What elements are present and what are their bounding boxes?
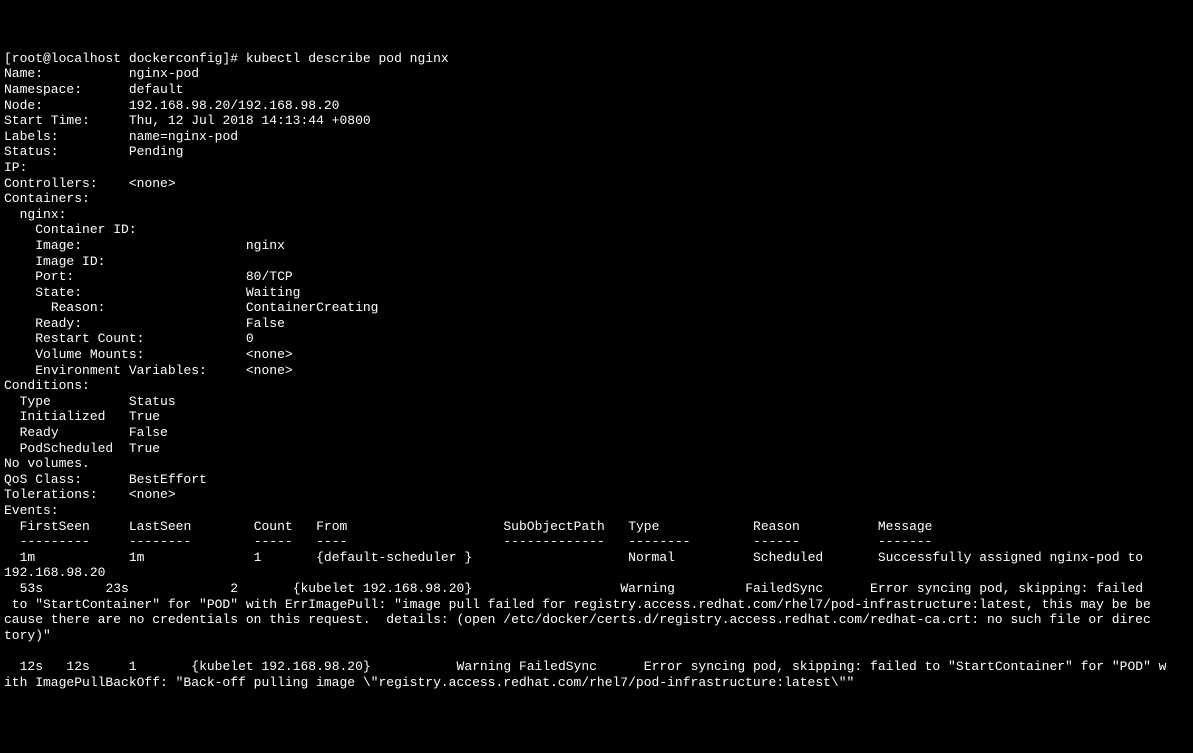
container-port-row: Port: 80/TCP bbox=[4, 269, 293, 284]
container-ready-row: Ready: False bbox=[4, 316, 285, 331]
qos-row: QoS Class: BestEffort bbox=[4, 472, 207, 487]
event-row-1: 1m 1m 1 {default-scheduler } Normal Sche… bbox=[4, 550, 1143, 581]
tolerations-row: Tolerations: <none> bbox=[4, 487, 176, 502]
terminal-output: [root@localhost dockerconfig]# kubectl d… bbox=[4, 51, 1189, 690]
pod-namespace-row: Namespace: default bbox=[4, 82, 183, 97]
pod-ip-row: IP: bbox=[4, 160, 27, 175]
event-row-3: 12s 12s 1 {kubelet 192.168.98.20} Warnin… bbox=[4, 659, 1166, 690]
pod-controllers-row: Controllers: <none> bbox=[4, 176, 176, 191]
container-image-row: Image: nginx bbox=[4, 238, 285, 253]
prompt[interactable]: [root@localhost dockerconfig]# kubectl d… bbox=[4, 51, 449, 66]
containers-header: Containers: bbox=[4, 191, 90, 206]
events-table-dashes: --------- -------- ----- ---- ----------… bbox=[4, 534, 932, 549]
pod-status-row: Status: Pending bbox=[4, 144, 183, 159]
container-volume-row: Volume Mounts: <none> bbox=[4, 347, 293, 362]
condition-row-ready: Ready False bbox=[4, 425, 176, 440]
event-row-2: 53s 23s 2 {kubelet 192.168.98.20} Warnin… bbox=[4, 581, 1151, 643]
condition-row-initialized: Initialized True bbox=[4, 409, 168, 424]
pod-node-row: Node: 192.168.98.20/192.168.98.20 bbox=[4, 98, 339, 113]
pod-labels-row: Labels: name=nginx-pod bbox=[4, 129, 238, 144]
container-env-row: Environment Variables: <none> bbox=[4, 363, 293, 378]
container-name: nginx: bbox=[4, 207, 66, 222]
events-table-header: FirstSeen LastSeen Count From SubObjectP… bbox=[4, 519, 932, 534]
container-restart-row: Restart Count: 0 bbox=[4, 331, 254, 346]
condition-row-podscheduled: PodScheduled True bbox=[4, 441, 168, 456]
no-volumes: No volumes. bbox=[4, 456, 90, 471]
conditions-table-header: Type Status bbox=[4, 394, 176, 409]
pod-name-row: Name: nginx-pod bbox=[4, 66, 199, 81]
container-state-row: State: Waiting bbox=[4, 285, 300, 300]
events-header: Events: bbox=[4, 503, 59, 518]
container-imageid-row: Image ID: bbox=[4, 254, 105, 269]
conditions-header: Conditions: bbox=[4, 378, 90, 393]
container-reason-row: Reason: ContainerCreating bbox=[4, 300, 378, 315]
pod-starttime-row: Start Time: Thu, 12 Jul 2018 14:13:44 +0… bbox=[4, 113, 371, 128]
container-id-row: Container ID: bbox=[4, 222, 137, 237]
